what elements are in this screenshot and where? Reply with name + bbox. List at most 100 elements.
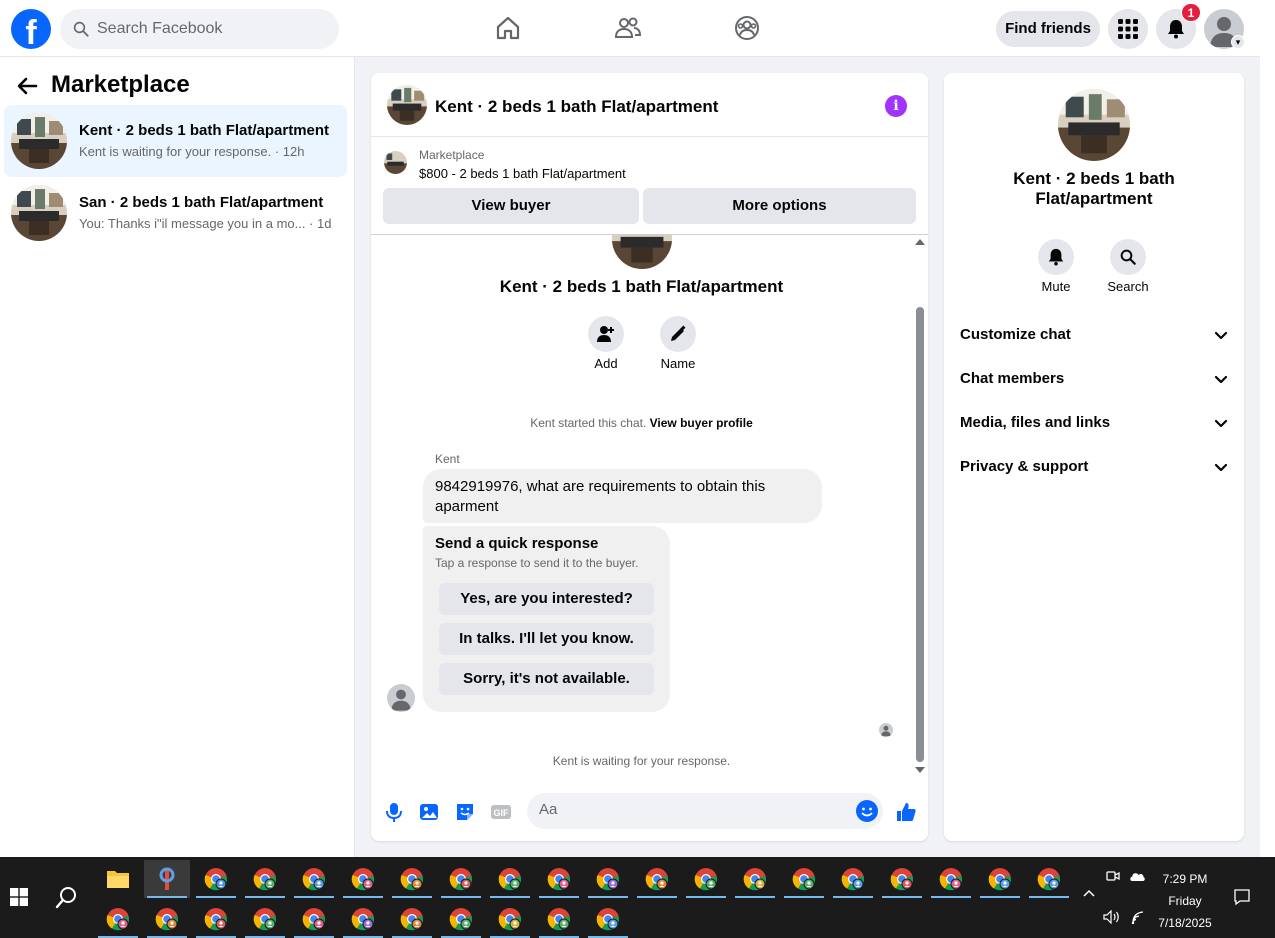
- chrome-taskbar-icon[interactable]: [487, 860, 533, 898]
- scroll-up-arrow[interactable]: [915, 239, 925, 245]
- chevron-down-icon: [1214, 463, 1228, 472]
- quick-response-subtitle: Tap a response to send it to the buyer.: [435, 556, 639, 570]
- quick-reply-in-talks[interactable]: In talks. I'll let you know.: [439, 623, 654, 655]
- view-buyer-profile-link[interactable]: View buyer profile: [650, 416, 753, 430]
- info-icon[interactable]: i: [885, 95, 907, 117]
- chrome-taskbar-icon[interactable]: [193, 900, 239, 938]
- marketplace-label: Marketplace: [419, 148, 485, 162]
- onedrive-icon[interactable]: [1128, 870, 1146, 885]
- more-options-button[interactable]: More options: [643, 188, 916, 224]
- chrome-taskbar-icon[interactable]: [340, 900, 386, 938]
- quick-response-card: Send a quick response Tap a response to …: [423, 526, 670, 712]
- message-scrollbar[interactable]: [914, 235, 926, 779]
- search-box[interactable]: [60, 9, 339, 49]
- details-title: Kent · 2 beds 1 bath Flat/apartment: [1013, 169, 1175, 208]
- active-indicator: [980, 896, 1020, 898]
- chrome-taskbar-icon[interactable]: [291, 860, 337, 898]
- gif-icon[interactable]: GIF: [490, 801, 512, 823]
- chrome-taskbar-icon[interactable]: [634, 860, 680, 898]
- photo-icon[interactable]: [418, 801, 440, 823]
- chrome-taskbar-icon[interactable]: [144, 900, 190, 938]
- chrome-taskbar-icon[interactable]: [977, 860, 1023, 898]
- name-label: Name: [660, 356, 696, 371]
- microphone-icon[interactable]: [383, 801, 405, 823]
- wifi-icon[interactable]: [1130, 910, 1146, 927]
- chrome-taskbar-icon[interactable]: [585, 860, 631, 898]
- mute-button[interactable]: [1038, 239, 1074, 275]
- chrome-taskbar-icon[interactable]: [585, 900, 631, 938]
- active-indicator: [637, 896, 677, 898]
- chat-members-section[interactable]: Chat members: [960, 370, 1230, 394]
- active-indicator: [686, 896, 726, 898]
- sender-avatar[interactable]: [387, 684, 415, 712]
- incoming-message-bubble[interactable]: 9842919976, what are requirements to obt…: [423, 469, 822, 523]
- chat-header-title[interactable]: Kent · 2 beds 1 bath Flat/apartment: [435, 97, 718, 117]
- chrome-taskbar-icon[interactable]: [781, 860, 827, 898]
- groups-icon[interactable]: [733, 14, 761, 42]
- friends-icon[interactable]: [614, 14, 642, 42]
- thumbs-up-icon[interactable]: [895, 801, 917, 823]
- quick-reply-interested[interactable]: Yes, are you interested?: [439, 583, 654, 615]
- chrome-taskbar-icon[interactable]: [683, 860, 729, 898]
- back-arrow-icon[interactable]: [16, 75, 38, 97]
- chevron-up-icon[interactable]: [1083, 886, 1095, 901]
- volume-icon[interactable]: [1103, 909, 1121, 927]
- conversation-item-kent[interactable]: Kent · 2 beds 1 bath Flat/apartment Kent…: [4, 105, 347, 177]
- chrome-taskbar-icon[interactable]: [487, 900, 533, 938]
- chrome-taskbar-icon[interactable]: [193, 860, 239, 898]
- chrome-taskbar-icon[interactable]: [1026, 860, 1072, 898]
- listing-price-title[interactable]: $800 - 2 beds 1 bath Flat/apartment: [419, 166, 626, 181]
- section-label: Chat members: [960, 370, 1065, 387]
- add-people-button[interactable]: [588, 316, 624, 352]
- chat-header: Kent · 2 beds 1 bath Flat/apartment i: [371, 73, 928, 137]
- chrome-taskbar-icon[interactable]: [438, 860, 484, 898]
- chevron-down-icon[interactable]: ▾: [1231, 35, 1245, 49]
- customize-chat-section[interactable]: Customize chat: [960, 326, 1230, 350]
- sticker-icon[interactable]: [454, 801, 476, 823]
- meet-now-icon[interactable]: [1106, 869, 1120, 886]
- emoji-icon[interactable]: [856, 800, 878, 822]
- search-input[interactable]: [97, 20, 317, 38]
- chat-header-thumbnail[interactable]: [387, 85, 427, 125]
- chrome-taskbar-icon[interactable]: [242, 900, 288, 938]
- chrome-taskbar-icon[interactable]: [438, 900, 484, 938]
- chevron-down-icon: [1214, 375, 1228, 384]
- facebook-logo[interactable]: f: [11, 9, 51, 49]
- search-in-chat-button[interactable]: [1110, 239, 1146, 275]
- find-friends-button[interactable]: Find friends: [996, 11, 1100, 47]
- menu-button[interactable]: [1108, 9, 1148, 49]
- chrome-taskbar-icon[interactable]: [291, 900, 337, 938]
- privacy-support-section[interactable]: Privacy & support: [960, 458, 1230, 482]
- chrome-taskbar-icon[interactable]: [340, 860, 386, 898]
- page-scrollbar[interactable]: [1260, 0, 1275, 857]
- chrome-taskbar-icon[interactable]: [830, 860, 876, 898]
- taskbar-clock[interactable]: 7:29 PM Friday 7/18/2025: [1150, 868, 1220, 934]
- chrome-taskbar-icon[interactable]: [732, 860, 778, 898]
- scroll-thumb[interactable]: [916, 307, 924, 762]
- file-explorer-taskbar-icon[interactable]: [95, 860, 141, 898]
- active-indicator: [343, 896, 383, 898]
- chrome-taskbar-icon[interactable]: [928, 860, 974, 898]
- pinned-app-taskbar-icon[interactable]: [144, 860, 190, 898]
- chrome-taskbar-icon[interactable]: [95, 900, 141, 938]
- message-input-box[interactable]: [527, 793, 883, 829]
- conversation-item-san[interactable]: San · 2 beds 1 bath Flat/apartment You: …: [4, 177, 347, 249]
- chrome-taskbar-icon[interactable]: [536, 900, 582, 938]
- message-input[interactable]: [539, 801, 839, 818]
- notification-center-icon[interactable]: [1233, 888, 1251, 909]
- chrome-taskbar-icon[interactable]: [242, 860, 288, 898]
- chrome-taskbar-icon[interactable]: [536, 860, 582, 898]
- message-thread[interactable]: Kent · 2 beds 1 bath Flat/apartment Add …: [371, 235, 928, 779]
- media-files-links-section[interactable]: Media, files and links: [960, 414, 1230, 438]
- quick-reply-not-available[interactable]: Sorry, it's not available.: [439, 663, 654, 695]
- windows-start-icon[interactable]: [10, 888, 28, 906]
- taskbar-search-icon[interactable]: [55, 885, 79, 909]
- home-icon[interactable]: [494, 14, 522, 42]
- chrome-taskbar-icon[interactable]: [389, 900, 435, 938]
- name-chat-button[interactable]: [660, 316, 696, 352]
- scroll-down-arrow[interactable]: [915, 767, 925, 773]
- chrome-taskbar-icon[interactable]: [879, 860, 925, 898]
- gif-label: GIF: [494, 808, 510, 818]
- chrome-taskbar-icon[interactable]: [389, 860, 435, 898]
- view-buyer-button[interactable]: View buyer: [383, 188, 639, 224]
